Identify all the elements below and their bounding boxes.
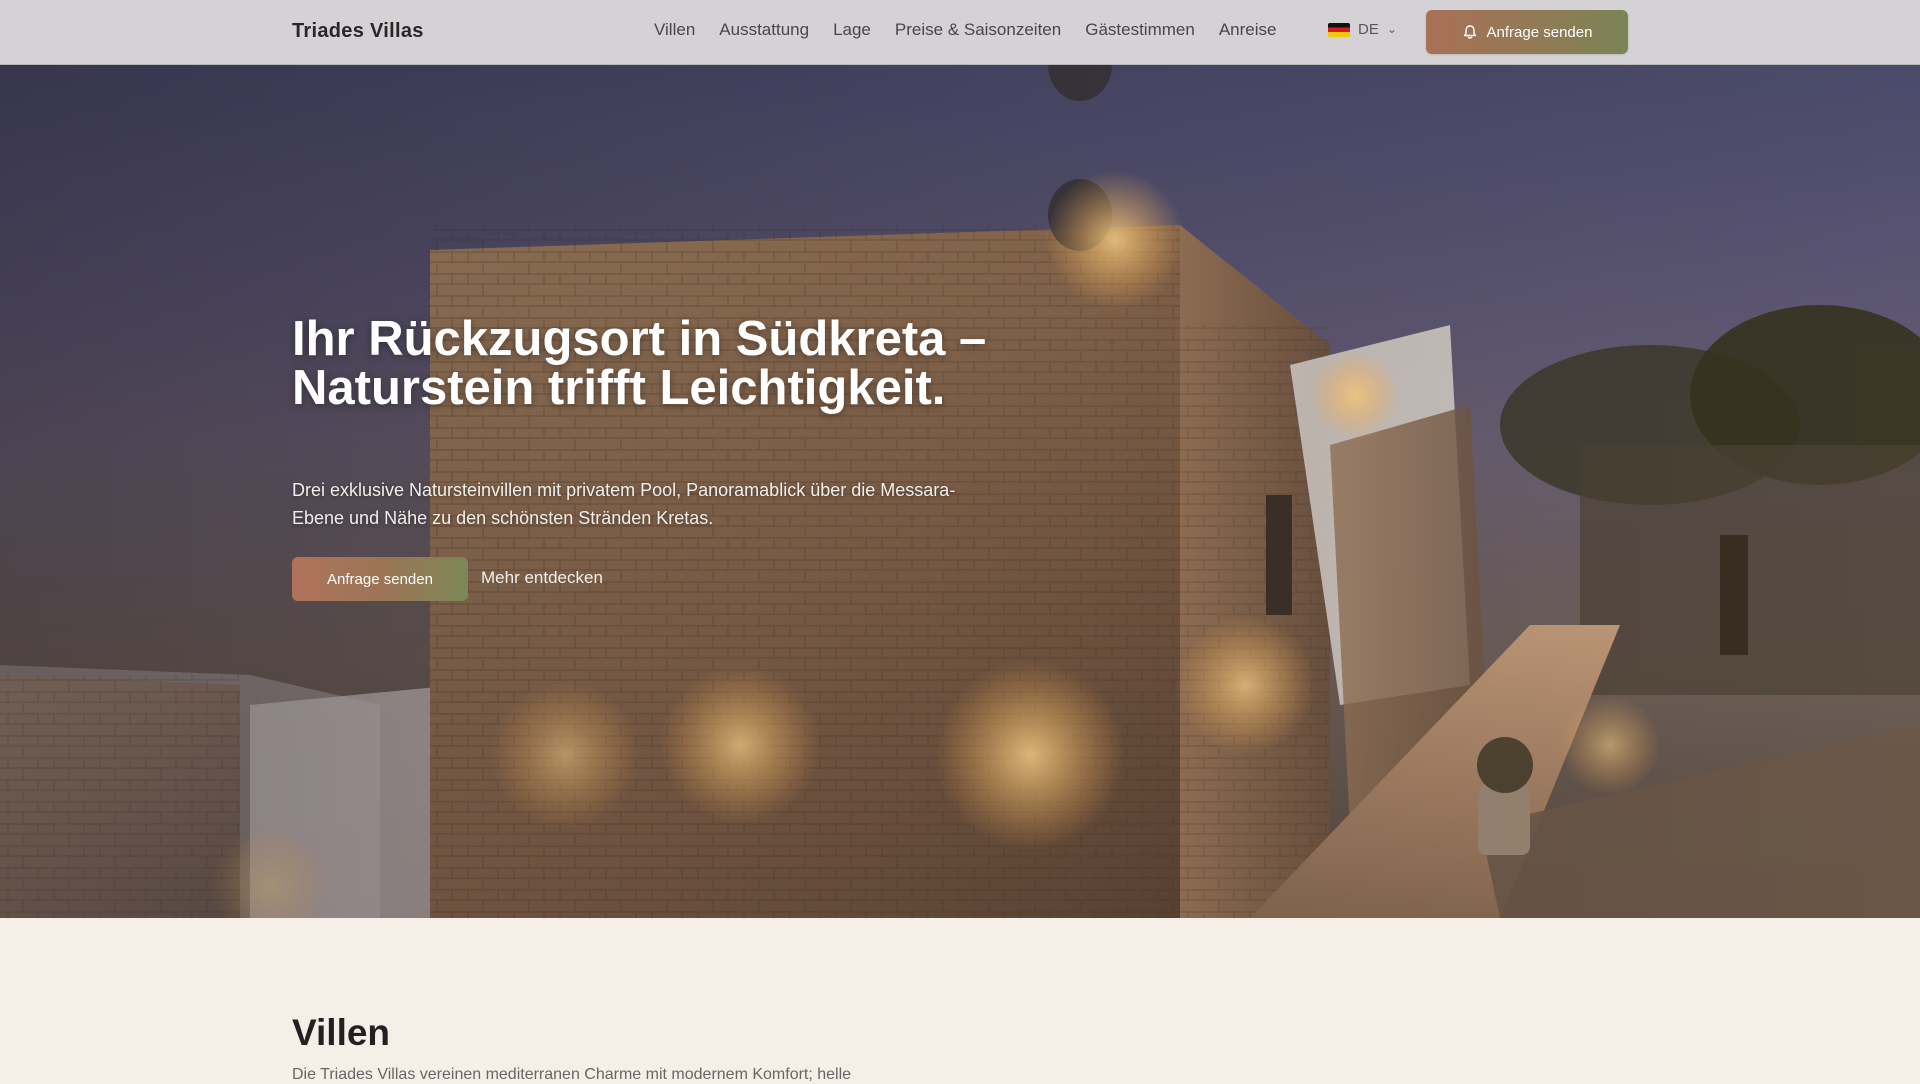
villen-section-title: Villen [292,1012,391,1053]
language-code: DE [1358,21,1379,38]
header-inquiry-button[interactable]: Anfrage senden [1426,10,1628,54]
nav-link-preise[interactable]: Preise & Saisonzeiten [895,20,1061,40]
hero-subtitle: Drei exklusive Natursteinvillen mit priv… [292,480,956,528]
nav-link-lage[interactable]: Lage [833,20,871,40]
header-inquiry-label: Anfrage senden [1486,23,1593,41]
nav-link-ausstattung[interactable]: Ausstattung [719,20,809,40]
nav-link-villen[interactable]: Villen [654,20,695,40]
chevron-down-icon: ⌄ [1386,21,1397,36]
hero-inquiry-button[interactable]: Anfrage senden [292,557,468,601]
german-flag-icon [1328,22,1350,37]
nav-link-gaestestimmen[interactable]: Gästestimmen [1085,20,1195,40]
hero-section: Ihr Rückzugsort in Südkreta – Naturstein… [0,65,1920,918]
nav-link-anreise[interactable]: Anreise [1219,20,1277,40]
villen-intro-text: Die Triades Villas vereinen mediterranen… [292,1066,852,1083]
brand-logo[interactable]: Triades Villas [292,20,424,43]
hero-headline: Ihr Rückzugsort in Südkreta – Naturstein… [292,312,987,415]
bell-icon [1462,24,1478,40]
top-navigation-bar: Triades Villas Villen Ausstattung Lage P… [0,0,1920,65]
language-selector[interactable]: DE ⌄ [1328,21,1397,38]
main-nav: Villen Ausstattung Lage Preise & Saisonz… [654,20,1276,40]
discover-more-link[interactable]: Mehr entdecken [481,568,603,588]
